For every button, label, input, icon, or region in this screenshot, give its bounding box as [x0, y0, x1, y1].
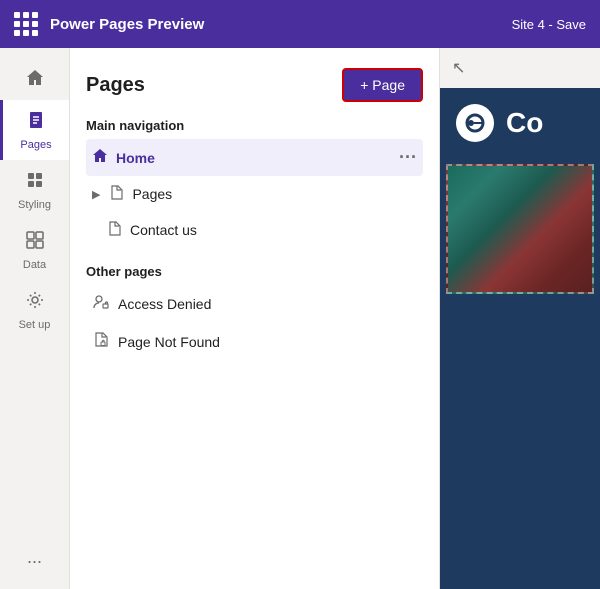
- topbar: Power Pages Preview Site 4 - Save: [0, 0, 600, 48]
- home-nav-button[interactable]: [0, 56, 69, 100]
- access-denied-item[interactable]: Access Denied: [86, 285, 423, 323]
- other-pages-section: Other pages Access Denied: [86, 264, 423, 361]
- left-nav: Pages Styling: [0, 48, 70, 589]
- preview-area: ↖ Co: [440, 48, 600, 589]
- preview-image-placeholder: [446, 164, 594, 294]
- page-not-found-icon: [92, 331, 110, 353]
- preview-logo-icon: [461, 109, 489, 137]
- nav-data-item[interactable]: Data: [0, 220, 69, 280]
- home-page-icon: [92, 148, 108, 168]
- pages-chevron-icon: ▶: [92, 188, 100, 201]
- setup-nav-label: Set up: [19, 319, 51, 331]
- pages-page-icon: [108, 184, 124, 204]
- access-denied-icon: [92, 293, 110, 315]
- nav-setup-item[interactable]: Set up: [0, 280, 69, 340]
- page-not-found-label: Page Not Found: [118, 334, 417, 350]
- add-page-button[interactable]: + Page: [342, 68, 423, 102]
- apps-grid-icon[interactable]: [14, 12, 38, 36]
- other-pages-list: Access Denied Page Not Found: [86, 285, 423, 361]
- contact-page-icon: [106, 220, 122, 240]
- contact-page-label: Contact us: [130, 222, 417, 238]
- more-nav-button[interactable]: ...: [0, 535, 69, 579]
- pages-page-label: Pages: [132, 186, 417, 202]
- home-page-label: Home: [116, 150, 391, 166]
- pages-nav-label: Pages: [20, 139, 51, 151]
- data-nav-label: Data: [23, 259, 46, 271]
- page-not-found-item[interactable]: Page Not Found: [86, 323, 423, 361]
- setup-nav-icon: [25, 290, 45, 315]
- home-icon: [25, 68, 45, 88]
- pages-header: Pages + Page: [86, 68, 423, 102]
- styling-nav-icon: [25, 170, 45, 195]
- other-pages-label: Other pages: [86, 264, 423, 279]
- resize-icon: ↖: [452, 58, 465, 78]
- preview-content: Co: [440, 88, 600, 589]
- pages-panel: Pages + Page Main navigation Home ···: [70, 48, 440, 589]
- data-nav-icon: [25, 230, 45, 255]
- main-layout: Pages Styling: [0, 48, 600, 589]
- styling-nav-label: Styling: [18, 199, 51, 211]
- home-page-item[interactable]: Home ···: [86, 139, 423, 176]
- pages-nav-icon: [26, 110, 46, 135]
- nav-pages-item[interactable]: Pages: [0, 100, 69, 160]
- access-denied-label: Access Denied: [118, 296, 417, 312]
- contact-page-item[interactable]: Contact us: [86, 212, 423, 248]
- preview-co-label: Co: [506, 107, 543, 139]
- preview-header-bar: Co: [440, 88, 600, 158]
- main-navigation-section: Main navigation Home ··· ▶: [86, 118, 423, 248]
- nav-styling-item[interactable]: Styling: [0, 160, 69, 220]
- preview-toolbar: ↖: [440, 48, 600, 88]
- main-navigation-list: Home ··· ▶ Pages: [86, 139, 423, 248]
- site-info: Site 4 - Save: [512, 17, 586, 32]
- main-navigation-label: Main navigation: [86, 118, 423, 133]
- pages-panel-title: Pages: [86, 74, 145, 97]
- app-title: Power Pages Preview: [50, 16, 204, 33]
- pages-sub-item[interactable]: ▶ Pages: [86, 176, 423, 212]
- home-more-button[interactable]: ···: [399, 147, 417, 168]
- preview-logo: [456, 104, 494, 142]
